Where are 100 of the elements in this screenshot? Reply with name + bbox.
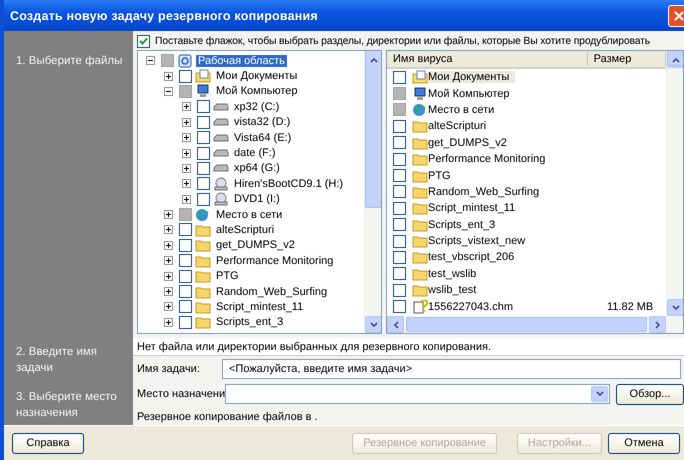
tree-item[interactable]: Vista64 (E:) xyxy=(232,132,294,144)
list-checkbox[interactable] xyxy=(393,70,406,84)
tree-item[interactable]: Performance Monitoring xyxy=(214,254,336,267)
tree-item[interactable]: Мой Компьютер xyxy=(214,85,300,98)
file-name[interactable]: Random_Web_Surfing xyxy=(428,186,546,198)
list-checkbox[interactable] xyxy=(393,169,406,182)
expand-toggle[interactable] xyxy=(182,194,191,204)
tree-checkbox[interactable] xyxy=(197,100,210,114)
expand-toggle[interactable] xyxy=(164,272,173,281)
file-name[interactable]: test_vbscript_206 xyxy=(428,251,520,264)
expand-toggle[interactable] xyxy=(164,210,173,220)
list-checkbox[interactable] xyxy=(393,136,406,150)
file-name[interactable]: PTG xyxy=(428,170,457,182)
tree-item[interactable]: get_DUMPS_v2 xyxy=(214,239,297,252)
tree-checkbox[interactable] xyxy=(197,131,210,144)
list-checkbox[interactable] xyxy=(393,234,406,248)
destination-dropdown[interactable] xyxy=(225,384,610,404)
tree-checkbox[interactable] xyxy=(197,192,210,206)
tree-item[interactable]: PTG xyxy=(214,270,241,282)
expand-toggle[interactable] xyxy=(164,302,173,312)
folder-icon xyxy=(195,284,211,299)
list-checkbox[interactable] xyxy=(393,103,406,116)
expand-toggle[interactable] xyxy=(182,164,191,173)
expand-toggle[interactable] xyxy=(182,148,191,158)
expand-toggle[interactable] xyxy=(164,72,173,81)
list-checkbox[interactable] xyxy=(393,250,406,264)
tree-checkbox[interactable] xyxy=(197,146,210,160)
tree-checkbox[interactable] xyxy=(179,300,192,314)
tree-item[interactable]: alteScripturi xyxy=(214,224,276,236)
tree-checkbox[interactable] xyxy=(179,270,192,283)
expand-toggle[interactable] xyxy=(164,225,173,234)
file-name[interactable]: get_DUMPS_v2 xyxy=(428,136,513,149)
tree-item[interactable]: Рабочая область xyxy=(196,54,287,67)
tree-item[interactable]: Script_mintest_11 xyxy=(214,300,306,313)
tree-checkbox[interactable] xyxy=(197,116,210,129)
tree-item[interactable]: DVD1 (I:) xyxy=(232,193,282,206)
tree-item[interactable]: vista32 (D:) xyxy=(232,116,292,128)
dialog-button[interactable]: Отмена xyxy=(608,432,680,454)
tree-checkbox[interactable] xyxy=(179,223,192,236)
expand-toggle[interactable] xyxy=(164,318,173,327)
list-checkbox[interactable] xyxy=(393,120,406,133)
list-checkbox[interactable] xyxy=(393,284,406,297)
column-header[interactable]: Имя вируса xyxy=(387,52,588,66)
expand-toggle[interactable] xyxy=(182,102,191,112)
tree-item[interactable]: xp64 (G:) xyxy=(232,162,282,174)
tree-item[interactable]: Random_Web_Surfing xyxy=(214,286,330,298)
file-name[interactable]: Scripts_vistext_new xyxy=(428,235,532,248)
tree-item[interactable]: Мои Документы xyxy=(214,70,300,82)
select-all-checkbox[interactable] xyxy=(137,35,150,48)
network-globe-icon xyxy=(195,208,211,222)
vertical-scrollbar[interactable] xyxy=(364,51,381,333)
tree-item[interactable]: xp32 (C:) xyxy=(232,100,282,113)
close-button[interactable] xyxy=(668,4,684,26)
documents-folder-icon xyxy=(195,69,211,84)
list-checkbox[interactable] xyxy=(393,300,406,314)
expand-toggle[interactable] xyxy=(164,256,173,266)
list-checkbox[interactable] xyxy=(393,185,406,198)
tree-checkbox[interactable] xyxy=(161,54,174,68)
collapse-toggle[interactable] xyxy=(146,56,155,66)
expand-toggle[interactable] xyxy=(164,240,173,250)
dialog-button[interactable]: Справка xyxy=(12,432,84,454)
file-name[interactable]: Мой Компьютер xyxy=(428,88,516,100)
expand-toggle[interactable] xyxy=(182,118,191,127)
tree-item[interactable]: Место в сети xyxy=(214,208,284,221)
horizontal-scrollbar[interactable] xyxy=(387,316,683,333)
list-checkbox[interactable] xyxy=(393,202,406,215)
tree-checkbox[interactable] xyxy=(179,70,192,83)
expand-toggle[interactable] xyxy=(182,179,191,188)
browse-button[interactable]: Обзор... xyxy=(616,384,684,404)
tree-checkbox[interactable] xyxy=(179,208,192,222)
expand-toggle[interactable] xyxy=(164,287,173,296)
folder-icon xyxy=(412,119,428,134)
list-checkbox[interactable] xyxy=(393,267,406,280)
tree-item[interactable]: Scripts_ent_3 xyxy=(214,316,286,328)
file-name[interactable]: 1556227043.chm xyxy=(428,300,520,313)
list-checkbox[interactable] xyxy=(393,87,406,100)
vertical-scrollbar[interactable] xyxy=(666,51,683,316)
tree-checkbox[interactable] xyxy=(179,254,192,268)
tree-checkbox[interactable] xyxy=(197,162,210,175)
tree-item[interactable]: date (F:) xyxy=(232,147,278,160)
list-checkbox[interactable] xyxy=(393,152,406,166)
tree-checkbox[interactable] xyxy=(179,285,192,298)
file-name[interactable]: Performance Monitoring xyxy=(428,153,552,166)
collapse-toggle[interactable] xyxy=(164,86,173,96)
file-name[interactable]: Scripts_ent_3 xyxy=(428,218,502,231)
file-name[interactable]: Место в сети xyxy=(428,104,500,116)
expand-toggle[interactable] xyxy=(182,133,191,142)
list-checkbox[interactable] xyxy=(393,218,406,232)
file-name[interactable]: Мои Документы xyxy=(428,71,516,84)
file-name[interactable]: Script_mintest_11 xyxy=(428,202,522,214)
tree-checkbox[interactable] xyxy=(197,177,210,190)
tree-checkbox[interactable] xyxy=(179,238,192,252)
tree-checkbox[interactable] xyxy=(179,84,192,98)
tree-checkbox[interactable] xyxy=(179,316,192,329)
file-name[interactable]: test_wslib xyxy=(428,268,482,280)
file-name[interactable]: alteScripturi xyxy=(428,120,492,132)
close-icon xyxy=(673,10,684,22)
task-name-field[interactable]: <Пожалуйста, введите имя задачи> xyxy=(222,359,681,379)
file-name[interactable]: wslib_test xyxy=(428,284,482,296)
tree-item[interactable]: Hiren'sBootCD9.1 (H:) xyxy=(232,178,346,190)
